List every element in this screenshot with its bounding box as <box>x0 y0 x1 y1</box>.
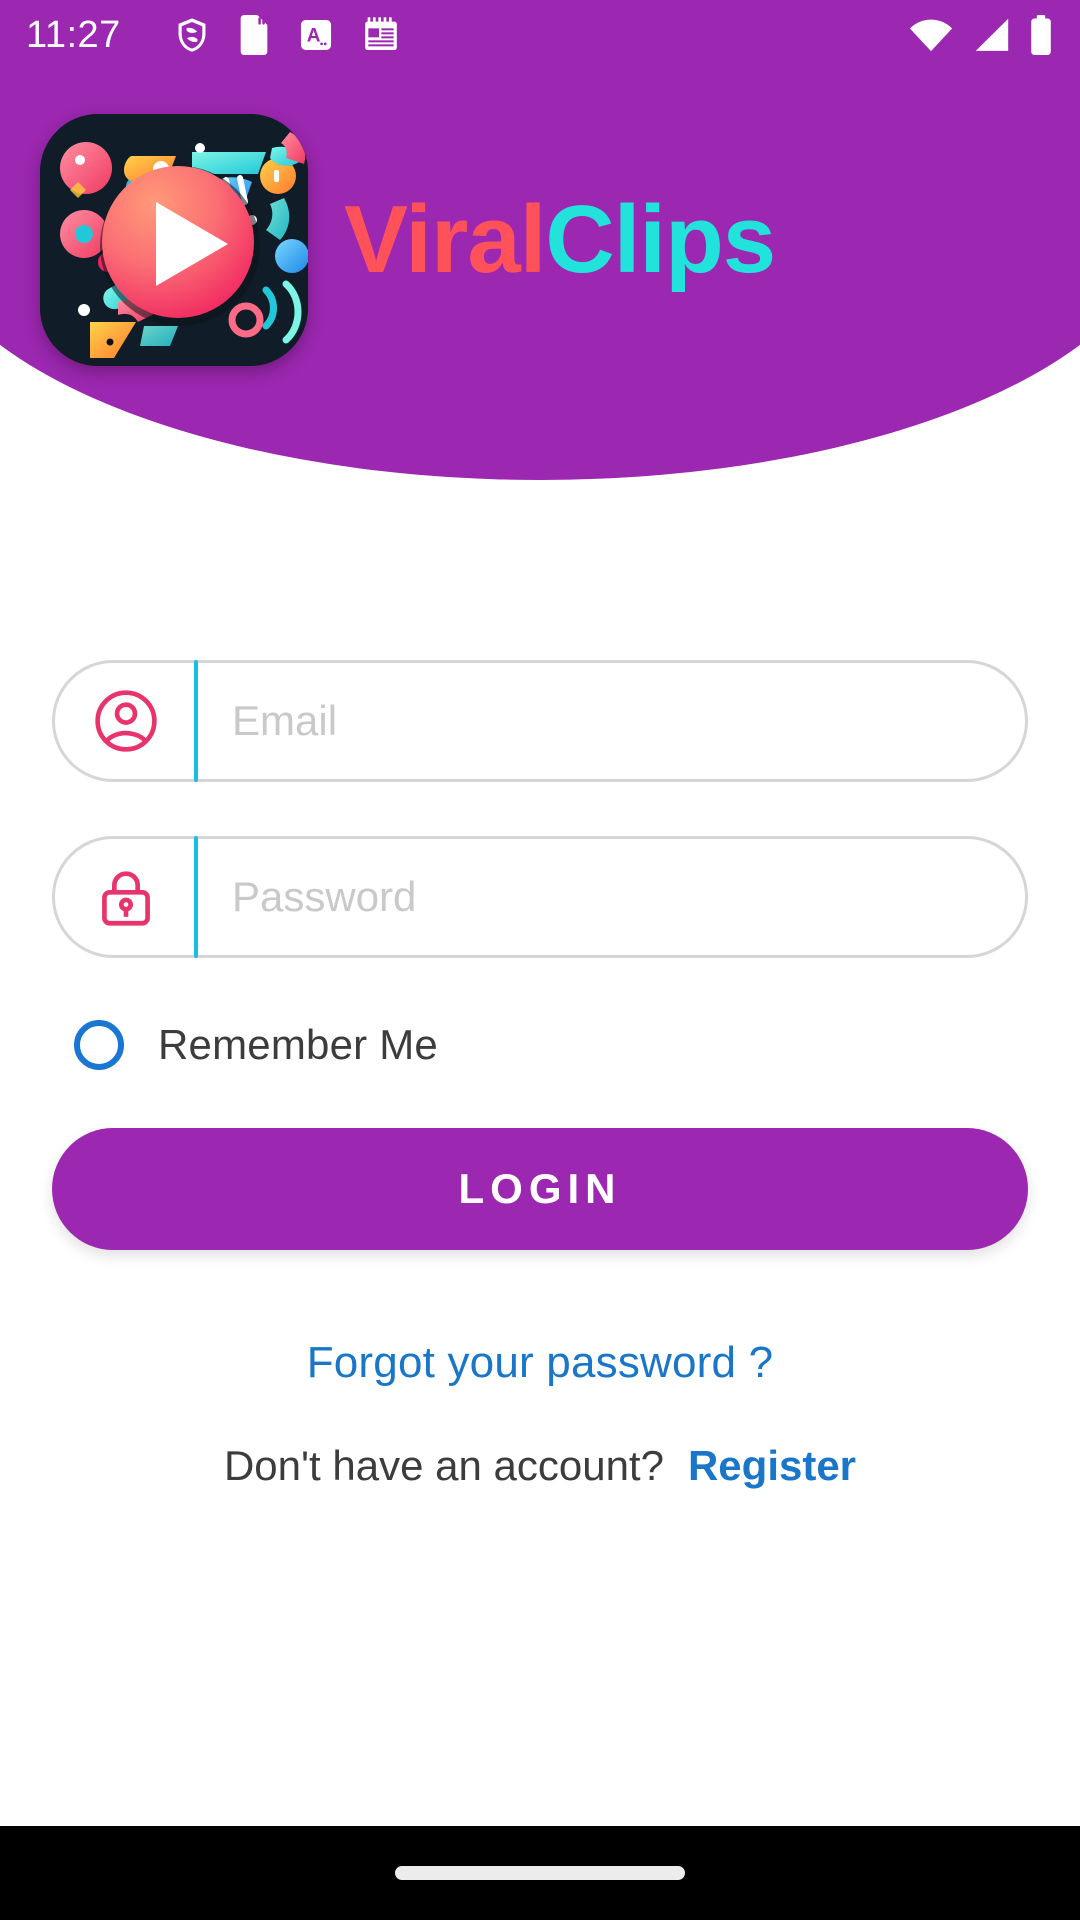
email-input[interactable] <box>198 663 1025 779</box>
login-screen: 11:27 A ViralClips Email Remember Me LOG… <box>0 0 1080 1920</box>
signup-row: Don't have an account? Register <box>52 1442 1028 1490</box>
letter-a-icon: A <box>300 19 331 51</box>
signup-prompt: Don't have an account? <box>223 1442 664 1489</box>
status-bar-right <box>908 14 1054 56</box>
password-field[interactable] <box>52 836 1028 958</box>
app-name-part-two: Clips <box>545 186 776 293</box>
forgot-password-link[interactable]: Forgot your password ? <box>52 1338 1028 1388</box>
svg-text:A: A <box>307 26 321 47</box>
shield-icon <box>178 18 206 52</box>
brand-header: ViralClips <box>0 105 1080 375</box>
remember-me-label: Remember Me <box>158 1021 438 1068</box>
viralclips-play-logo <box>40 114 308 366</box>
register-link[interactable]: Register <box>688 1442 856 1490</box>
home-gesture-pill[interactable] <box>395 1866 685 1880</box>
person-icon <box>55 663 197 779</box>
remember-me-row[interactable]: Remember Me <box>52 1020 1028 1070</box>
status-bar-clock: 11:27 <box>26 13 121 56</box>
forgot-password-label[interactable]: Forgot your password ? <box>307 1338 774 1387</box>
android-navigation-bar <box>0 1826 1080 1920</box>
email-field[interactable] <box>52 660 1028 782</box>
battery-icon <box>1031 15 1051 55</box>
login-form: Remember Me LOGIN Forgot your password ?… <box>0 660 1080 1490</box>
status-bar: 11:27 A <box>0 0 1080 70</box>
calendar-icon <box>364 17 397 50</box>
app-name-part-one: Viral <box>344 186 546 293</box>
app-name: ViralClips <box>344 192 776 288</box>
cellular-signal-icon <box>975 18 1009 51</box>
lock-icon <box>55 839 197 955</box>
password-input[interactable] <box>198 839 1025 955</box>
sd-card-icon <box>240 15 268 55</box>
remember-me-checkbox[interactable] <box>74 1020 124 1070</box>
status-bar-left: 11:27 A <box>26 14 401 57</box>
login-button[interactable]: LOGIN <box>52 1128 1028 1250</box>
wifi-icon <box>909 19 953 52</box>
